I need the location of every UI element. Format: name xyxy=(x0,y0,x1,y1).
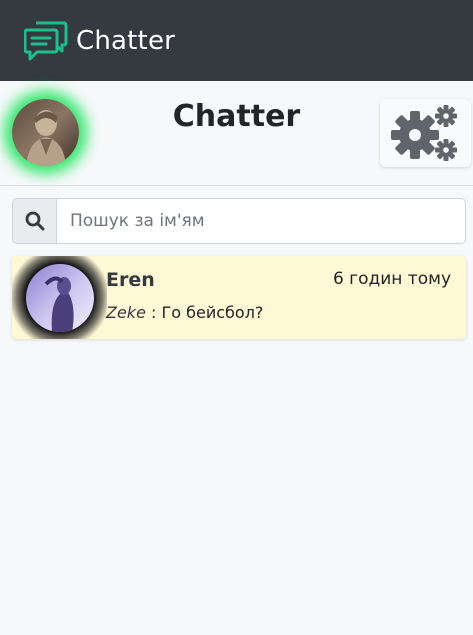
gears-icon xyxy=(390,105,457,161)
chat-avatar-shadow xyxy=(12,256,107,339)
contact-avatar xyxy=(26,264,94,332)
search-bar xyxy=(12,198,466,244)
sender-separator: : xyxy=(151,303,157,322)
navbar-brand[interactable]: Chatter xyxy=(76,26,175,56)
chat-bubbles-icon[interactable] xyxy=(24,21,68,61)
top-navbar: Chatter xyxy=(0,0,473,81)
last-message-text: Го бейсбол? xyxy=(161,303,264,322)
chat-list-header: Chatter xyxy=(0,81,473,186)
contact-name: Eren xyxy=(106,269,155,291)
last-message-preview: Zeke : Го бейсбол? xyxy=(106,303,263,322)
message-timestamp: 6 годин тому xyxy=(332,269,451,289)
search-addon[interactable] xyxy=(12,198,56,244)
chat-list-item[interactable]: Eren 6 годин тому Zeke : Го бейсбол? xyxy=(12,256,466,339)
search-icon xyxy=(25,211,44,231)
contact-avatar-image xyxy=(26,264,94,332)
search-input[interactable] xyxy=(56,198,466,244)
settings-button[interactable] xyxy=(380,99,471,167)
last-message-sender: Zeke xyxy=(106,303,146,322)
